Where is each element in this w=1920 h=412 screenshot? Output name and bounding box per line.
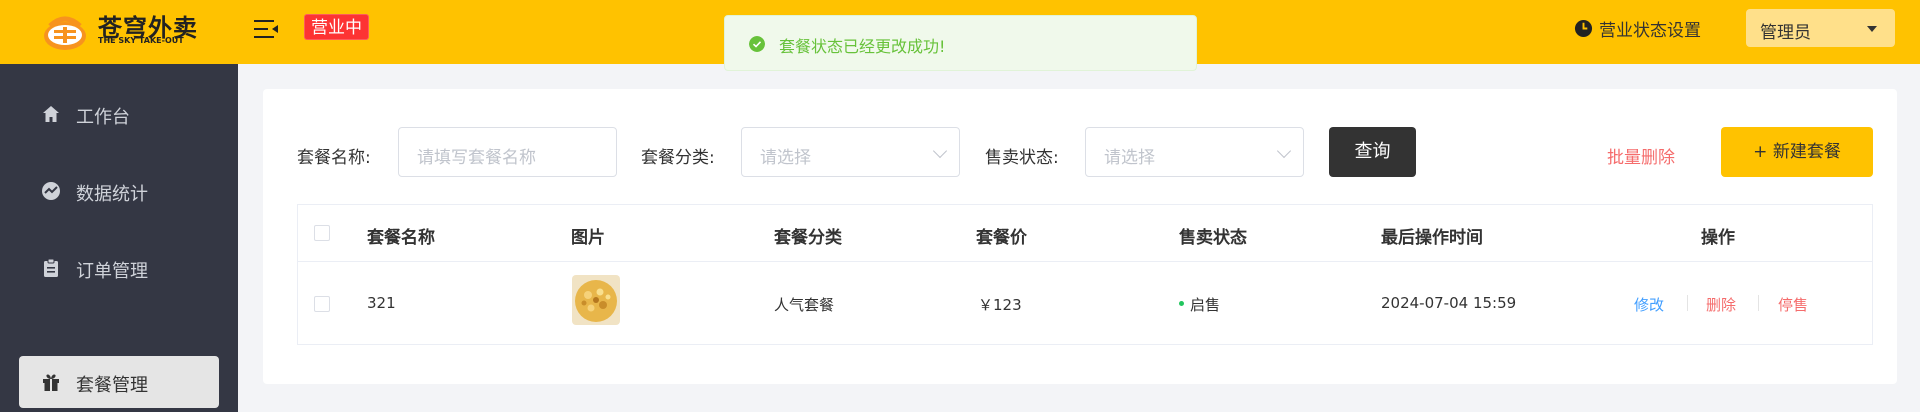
column-header: 套餐名称 [367,228,435,248]
sidebar-item-label: 订单管理 [76,261,148,282]
app-logo[interactable]: 苍穹外卖 THE SKY TAKE-OUT [42,6,202,56]
combo-name-filter-label: 套餐名称: [297,148,371,168]
sale-status-cell: 启售 [1179,294,1220,315]
shop-settings-label: 营业状态设置 [1599,20,1701,41]
gift-icon [43,374,59,391]
sidebar-item-label: 数据统计 [76,184,148,205]
combo-name-input[interactable]: 请填写套餐名称 [398,127,617,177]
status-dot-icon [1179,301,1184,306]
combo-name-placeholder: 请填写套餐名称 [417,148,536,168]
column-header: 最后操作时间 [1381,228,1483,248]
combo-management-panel: 套餐名称: 请填写套餐名称 套餐分类: 请选择 售卖状态: 请选择 查询 批量删… [263,89,1897,384]
clipboard-icon [44,258,58,277]
updated-time-cell: 2024-07-04 15:59 [1381,294,1517,312]
batch-delete-button[interactable]: 批量删除 [1607,143,1675,168]
logo-subtext: THE SKY TAKE-OUT [98,36,184,45]
combo-name-cell: 321 [367,294,396,312]
category-select[interactable]: 请选择 [741,127,960,177]
sidebar-item-statistics[interactable]: 数据统计 [19,165,219,217]
category-filter-label: 套餐分类: [641,148,715,168]
edit-button[interactable]: 修改 [1634,294,1664,315]
food-image-icon [572,275,620,325]
row-checkbox[interactable] [314,296,330,312]
clock-icon [1574,19,1593,37]
select-all-checkbox[interactable] [314,225,330,241]
sidebar-item-combos[interactable]: 套餐管理 [19,356,219,408]
user-dropdown[interactable]: 管理员 [1746,9,1895,47]
sidebar: 工作台 数据统计 订单管理 套餐管理 [0,64,238,412]
sale-status-select[interactable]: 请选择 [1085,127,1304,177]
sale-status-text: 启售 [1190,296,1221,314]
shop-status-badge: 营业中 [304,14,369,40]
new-combo-button[interactable]: + 新建套餐 [1721,127,1873,177]
sidebar-item-label: 套餐管理 [76,375,148,396]
combo-table: 套餐名称 图片 套餐分类 套餐价 售卖状态 最后操作时间 操作 321 人气套餐… [297,204,1873,345]
sidebar-item-orders[interactable]: 订单管理 [19,242,219,294]
toast-message: 套餐状态已经更改成功! [779,37,946,56]
combo-image [572,275,620,325]
sale-status-select-placeholder: 请选择 [1104,148,1155,168]
column-header: 售卖状态 [1179,228,1247,248]
column-header: 操作 [1701,228,1735,248]
action-divider [1758,295,1759,311]
user-name: 管理员 [1760,23,1811,43]
sale-status-filter-label: 售卖状态: [985,148,1059,168]
column-header: 套餐价 [976,228,1027,248]
caret-down-icon [1867,26,1877,32]
combo-category-cell: 人气套餐 [774,296,835,314]
success-check-icon [749,36,765,52]
table-row: 321 人气套餐 ￥123 启售 2024-07-04 15:59 修改 删除 … [298,262,1872,346]
delete-button[interactable]: 删除 [1706,294,1736,315]
disable-sale-button[interactable]: 停售 [1778,294,1808,315]
query-button[interactable]: 查询 [1329,127,1416,177]
column-header: 图片 [571,228,605,248]
column-header: 套餐分类 [774,228,842,248]
logo-mark-icon [44,16,86,50]
sidebar-item-workbench[interactable]: 工作台 [19,88,219,140]
sidebar-item-label: 工作台 [76,107,130,128]
menu-fold-icon[interactable] [254,18,278,40]
chevron-down-icon [932,143,948,159]
chevron-down-icon [1276,143,1292,159]
chart-icon [42,182,60,200]
category-select-placeholder: 请选择 [760,148,811,168]
home-icon [43,106,59,122]
shop-status-settings-button[interactable]: 营业状态设置 [1574,16,1701,41]
table-header: 套餐名称 图片 套餐分类 套餐价 售卖状态 最后操作时间 操作 [298,205,1872,262]
combo-price-cell: ￥123 [978,296,1022,314]
success-toast: 套餐状态已经更改成功! [724,15,1197,71]
action-divider [1687,295,1688,311]
